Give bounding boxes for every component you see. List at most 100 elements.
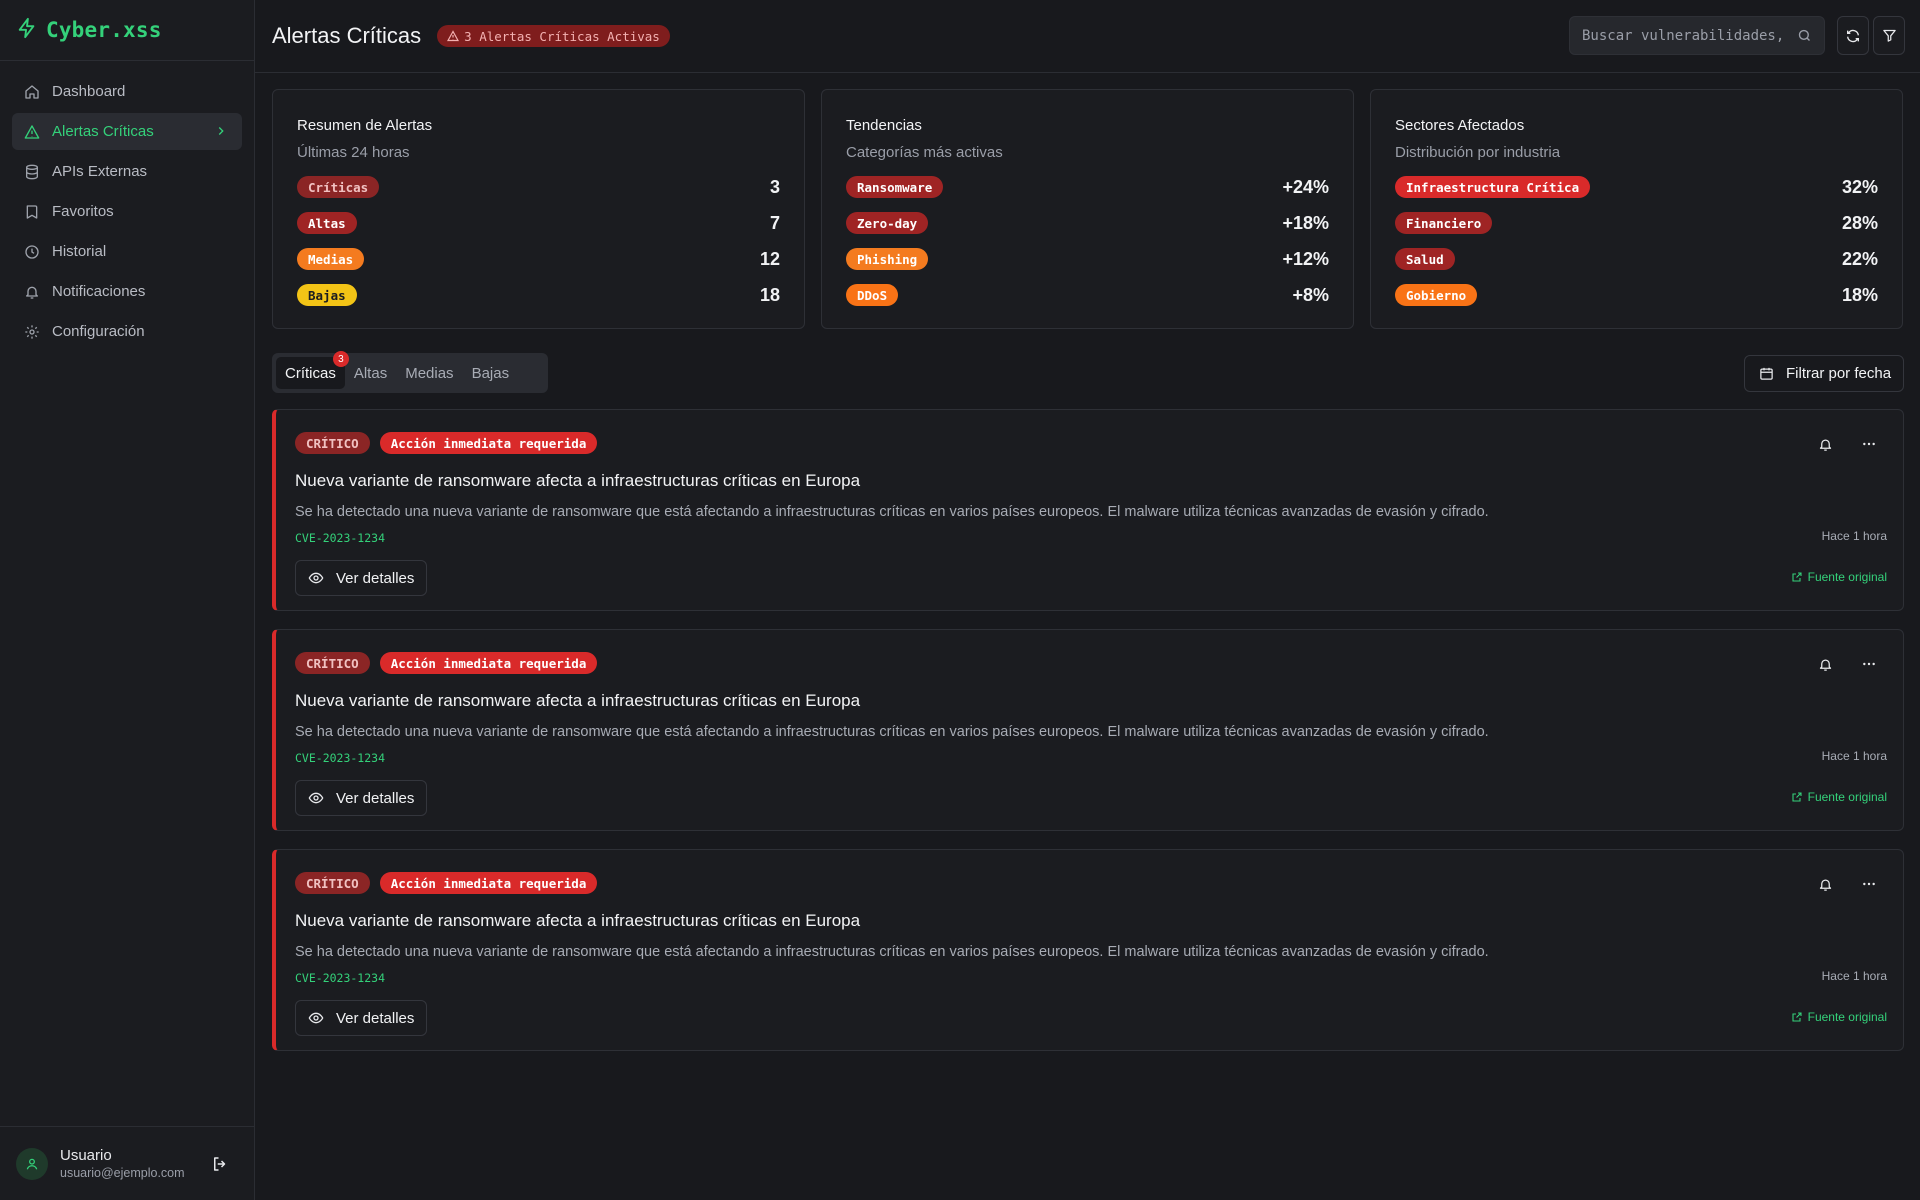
brand[interactable]: Cyber.xss: [0, 0, 254, 61]
card-row: Ransomware +24%: [846, 169, 1329, 205]
card-row: Phishing +12%: [846, 241, 1329, 277]
summary-card-tendencias: Tendencias Categorías más activas Ransom…: [821, 89, 1354, 329]
alert-time: Hace 1 hora: [1821, 529, 1887, 543]
alert-title: Nueva variante de ransomware afecta a in…: [295, 471, 861, 490]
tab-altas[interactable]: Altas: [345, 357, 396, 389]
tab-label: Altas: [353, 364, 388, 382]
active-alerts-label: 3 Alertas Críticas Activas: [464, 28, 660, 44]
sidebar-item-apis-externas[interactable]: APIs Externas: [12, 153, 242, 190]
more-options-icon[interactable]: [1857, 432, 1881, 456]
source-link[interactable]: Fuente original: [1791, 570, 1887, 584]
sidebar-item-favoritos[interactable]: Favoritos: [12, 193, 242, 230]
chevron-right-icon: [214, 124, 228, 142]
row-value: +8%: [1292, 284, 1329, 305]
more-options-icon[interactable]: [1857, 652, 1881, 676]
view-details-button[interactable]: Ver detalles: [295, 1000, 428, 1036]
severity-badge: CRÍTICO: [295, 872, 370, 894]
card-row: Medias 12: [297, 241, 780, 277]
row-value: +24%: [1282, 176, 1329, 197]
summary-card-resumen: Resumen de Alertas Últimas 24 horas Crít…: [272, 89, 805, 329]
view-details-button[interactable]: Ver detalles: [295, 560, 428, 596]
action-required-badge: Acción inmediata requerida: [379, 652, 598, 674]
sidebar-item-label: Dashboard: [52, 83, 126, 100]
active-alerts-badge: 3 Alertas Críticas Activas: [437, 25, 670, 47]
logout-icon[interactable]: [211, 1155, 229, 1177]
user-email: usuario@ejemplo.com: [60, 1166, 185, 1180]
card-row: Zero-day +18%: [846, 205, 1329, 241]
severity-tabs: Críticas 3 Altas Medias Bajas: [272, 351, 548, 393]
card-subtitle: Distribución por industria: [1395, 144, 1561, 161]
sidebar-item-configuracion[interactable]: Configuración: [12, 313, 242, 350]
card-row: DDoS +8%: [846, 277, 1329, 313]
date-filter-label: Filtrar por fecha: [1786, 365, 1892, 382]
warning-icon: [24, 124, 40, 140]
row-value: +18%: [1282, 212, 1329, 233]
sidebar-item-label: Notificaciones: [52, 283, 146, 300]
avatar[interactable]: [16, 1147, 48, 1180]
bell-icon[interactable]: [1813, 872, 1837, 896]
card-row: Financiero 28%: [1395, 205, 1878, 241]
tag-criticas: Críticas: [297, 176, 380, 198]
card-title: Resumen de Alertas: [297, 117, 433, 134]
row-value: 7: [769, 212, 780, 233]
tag-gobierno: Gobierno: [1395, 284, 1478, 306]
sidebar-item-label: APIs Externas: [52, 163, 148, 180]
page-header: Alertas Críticas 3 Alertas Críticas Acti…: [255, 0, 1920, 73]
tag-medias: Medias: [297, 248, 365, 270]
date-filter-button[interactable]: Filtrar por fecha: [1744, 355, 1904, 392]
severity-badge: CRÍTICO: [295, 432, 370, 454]
refresh-icon: [1847, 29, 1859, 42]
view-details-button[interactable]: Ver detalles: [295, 780, 428, 816]
search-icon[interactable]: [1797, 28, 1812, 47]
tag-phishing: Phishing: [846, 248, 929, 270]
eye-icon: [308, 792, 324, 804]
user-icon: [26, 1158, 38, 1169]
sidebar-item-dashboard[interactable]: Dashboard: [12, 73, 242, 110]
sidebar-item-historial[interactable]: Historial: [12, 233, 242, 270]
card-row: Críticas 3: [297, 169, 780, 205]
gear-icon: [24, 324, 40, 340]
source-link[interactable]: Fuente original: [1791, 1010, 1887, 1024]
refresh-button[interactable]: [1837, 16, 1869, 55]
tab-bajas[interactable]: Bajas: [463, 357, 519, 389]
row-value: +12%: [1282, 248, 1329, 269]
filter-button[interactable]: [1873, 16, 1905, 55]
alert-description: Se ha detectado una nueva variante de ra…: [295, 504, 1489, 520]
source-link[interactable]: Fuente original: [1791, 790, 1887, 804]
search-input[interactable]: [1582, 27, 1782, 44]
sidebar-item-label: Favoritos: [52, 203, 114, 220]
alert-description: Se ha detectado una nueva variante de ra…: [295, 724, 1489, 740]
view-details-label: Ver detalles: [336, 1009, 415, 1027]
alert-time: Hace 1 hora: [1821, 749, 1887, 763]
tag-ddos: DDoS: [846, 284, 899, 306]
tab-medias[interactable]: Medias: [396, 357, 462, 389]
sidebar-item-notificaciones[interactable]: Notificaciones: [12, 273, 242, 310]
tag-bajas: Bajas: [297, 284, 357, 306]
sidebar-nav: Dashboard Alertas Críticas APIs Externas…: [0, 61, 254, 365]
bookmark-icon: [24, 204, 40, 220]
summary-card-sectores: Sectores Afectados Distribución por indu…: [1370, 89, 1903, 329]
alert-card: CRÍTICO Acción inmediata requerida Nueva…: [272, 629, 1904, 831]
row-value: 3: [769, 176, 780, 197]
sidebar-item-alertas-criticas[interactable]: Alertas Críticas: [12, 113, 242, 150]
bell-icon[interactable]: [1813, 652, 1837, 676]
card-row: Infraestructura Crítica 32%: [1395, 169, 1878, 205]
more-options-icon[interactable]: [1857, 872, 1881, 896]
severity-badge: CRÍTICO: [295, 652, 370, 674]
action-required-badge: Acción inmediata requerida: [379, 872, 598, 894]
tag-zero-day: Zero-day: [846, 212, 929, 234]
row-value: 18: [759, 284, 780, 305]
calendar-icon: [1760, 367, 1773, 380]
summary-cards: Resumen de Alertas Últimas 24 horas Crít…: [272, 89, 1904, 329]
sidebar-item-label: Configuración: [52, 323, 145, 340]
bell-icon[interactable]: [1813, 432, 1837, 456]
bolt-icon: [16, 17, 38, 43]
tab-criticas[interactable]: Críticas 3: [276, 351, 349, 389]
tab-label: Medias: [405, 364, 454, 382]
external-link-icon: [1792, 792, 1802, 802]
card-subtitle: Categorías más activas: [846, 144, 1003, 161]
home-icon: [24, 84, 40, 100]
view-details-label: Ver detalles: [336, 789, 415, 807]
row-value: 18%: [1841, 284, 1878, 305]
sidebar-item-label: Historial: [52, 243, 107, 260]
